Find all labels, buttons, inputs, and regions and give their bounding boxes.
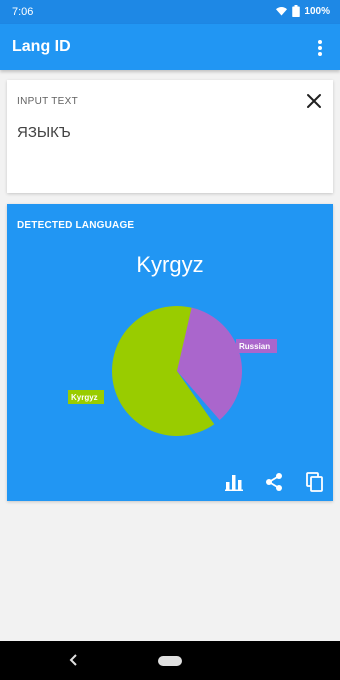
result-actions xyxy=(223,471,325,493)
more-vert-icon[interactable] xyxy=(310,36,330,60)
input-label: INPUT TEXT xyxy=(17,96,78,107)
pie-label-russian: Russian xyxy=(236,339,277,353)
input-text-field[interactable]: ЯЗЫКЪ xyxy=(17,124,71,141)
language-pie-chart: Kyrgyz Russian xyxy=(68,306,277,436)
status-time: 7:06 xyxy=(12,6,34,18)
input-card: INPUT TEXT ЯЗЫКЪ xyxy=(7,80,333,193)
pie-label-kyrgyz: Kyrgyz xyxy=(68,390,104,404)
share-icon[interactable] xyxy=(263,471,285,493)
svg-text:Kyrgyz: Kyrgyz xyxy=(71,393,98,402)
result-card: DETECTED LANGUAGE Kyrgyz Kyrgyz Russian xyxy=(7,204,333,501)
app-title: Lang ID xyxy=(12,38,71,55)
bar-chart-icon[interactable] xyxy=(223,471,245,493)
navigation-bar xyxy=(0,641,340,680)
app-bar: Lang ID xyxy=(0,24,340,70)
battery-level: 100% xyxy=(304,5,330,17)
copy-icon[interactable] xyxy=(303,471,325,493)
wifi-icon xyxy=(276,7,288,16)
status-bar: 7:06 100% xyxy=(0,0,340,24)
back-icon[interactable] xyxy=(66,650,82,670)
home-icon[interactable] xyxy=(158,656,182,666)
status-icons: 100% xyxy=(275,5,330,17)
battery-icon xyxy=(292,5,301,17)
close-icon[interactable] xyxy=(303,90,325,112)
svg-text:Russian: Russian xyxy=(239,342,270,351)
